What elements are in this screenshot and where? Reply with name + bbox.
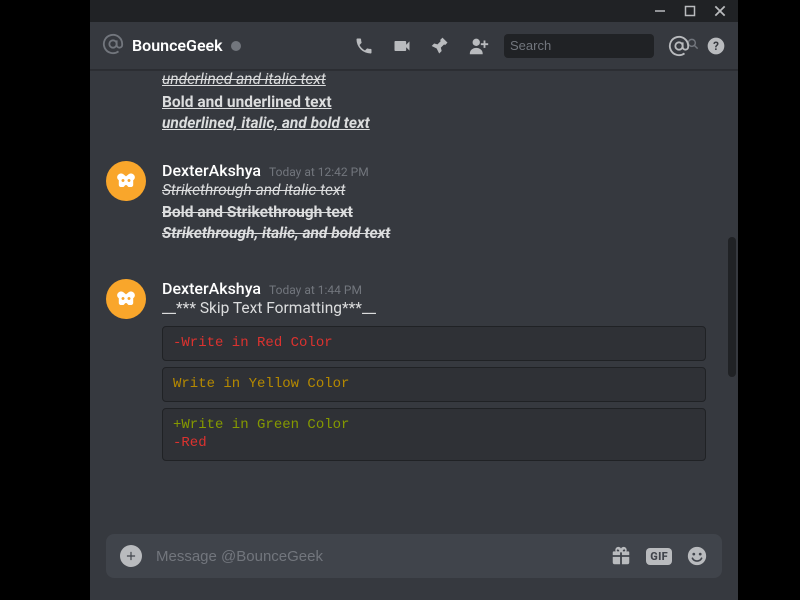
message-input[interactable] <box>156 548 596 565</box>
user-avatar[interactable] <box>106 279 146 319</box>
message-timestamp: Today at 1:44 PM <box>269 283 362 297</box>
pinned-messages-button[interactable] <box>430 36 450 56</box>
help-button[interactable]: ? <box>706 36 726 56</box>
channel-header: BounceGeek <box>90 22 738 70</box>
message-composer: GIF <box>106 534 722 578</box>
message-username[interactable]: DexterAkshya <box>162 161 261 180</box>
code-line: +Write in Green Color <box>173 417 349 433</box>
message-text: Strikethrough, italic, and bold text <box>162 223 722 245</box>
channel-name: BounceGeek <box>132 36 223 55</box>
at-icon <box>102 33 124 59</box>
inbox-button[interactable] <box>668 35 690 57</box>
code-line: Write in Yellow Color <box>173 376 349 392</box>
message-username[interactable]: DexterAkshya <box>162 279 261 298</box>
code-block: Write in Yellow Color <box>162 367 706 402</box>
gif-button[interactable]: GIF <box>646 548 672 565</box>
header-toolbar <box>354 35 490 57</box>
add-friends-button[interactable] <box>468 35 490 57</box>
code-line: -Red <box>173 435 207 451</box>
scrollbar-thumb[interactable] <box>728 237 736 377</box>
scrollbar[interactable] <box>728 70 736 534</box>
attach-button[interactable] <box>120 545 142 567</box>
svg-text:?: ? <box>713 39 719 53</box>
user-avatar[interactable] <box>106 161 146 201</box>
code-block: +Write in Green Color -Red <box>162 408 706 462</box>
search-box[interactable] <box>504 34 654 58</box>
message-group: DexterAkshya Today at 1:44 PM __*** Skip… <box>90 271 738 469</box>
window-maximize-button[interactable] <box>676 0 704 22</box>
start-video-call-button[interactable] <box>392 36 412 56</box>
message-text: underlined and italic text <box>162 70 722 91</box>
message-content: underlined and italic text Bold and unde… <box>90 70 738 135</box>
message-timestamp: Today at 12:42 PM <box>269 165 369 179</box>
gif-label: GIF <box>646 548 672 565</box>
code-block: -Write in Red Color <box>162 326 706 361</box>
start-voice-call-button[interactable] <box>354 36 374 56</box>
message-text: Strikethrough and italic text <box>162 180 722 202</box>
gift-button[interactable] <box>610 545 632 567</box>
code-line: -Write in Red Color <box>173 335 333 351</box>
window-minimize-button[interactable] <box>646 0 674 22</box>
window-titlebar <box>90 0 738 22</box>
message-list: underlined and italic text Bold and unde… <box>90 70 738 534</box>
message-text: __*** Skip Text Formatting***__ <box>162 298 722 320</box>
message-text: Bold and Strikethrough text <box>162 202 722 224</box>
message-text: Bold and underlined text <box>162 92 722 114</box>
emoji-button[interactable] <box>686 545 708 567</box>
message-text: underlined, italic, and bold text <box>162 113 722 135</box>
message-group: DexterAkshya Today at 12:42 PM Strikethr… <box>90 153 738 247</box>
search-input[interactable] <box>510 38 686 53</box>
window-close-button[interactable] <box>706 0 734 22</box>
status-offline-icon <box>231 41 241 51</box>
